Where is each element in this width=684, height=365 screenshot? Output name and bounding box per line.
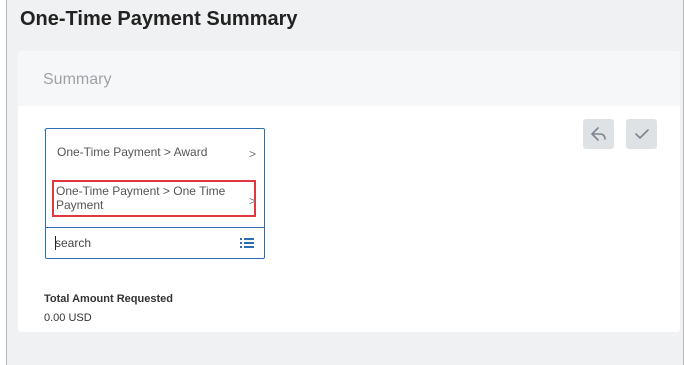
undo-arrow-icon: [590, 127, 606, 141]
dropdown-option-one-time-payment[interactable]: One-Time Payment > One Time Payment >: [46, 184, 264, 218]
text-caret: [55, 236, 56, 250]
checkmark-icon: [634, 129, 649, 139]
card-header: Summary: [18, 51, 680, 106]
total-amount-value: 0.00 USD: [44, 312, 92, 324]
dropdown-option-label: One-Time Payment > Award: [57, 145, 208, 159]
summary-card: Summary Effective Date One-Time Payment …: [18, 51, 680, 332]
dropdown-option-label: One-Time Payment > One Time Payment: [56, 184, 226, 212]
chevron-right-icon: >: [248, 194, 256, 208]
chevron-right-icon: >: [248, 147, 256, 161]
prompt-dropdown: One-Time Payment > Award > One-Time Paym…: [45, 128, 265, 259]
dropdown-option-award[interactable]: One-Time Payment > Award >: [46, 145, 264, 165]
card-title: Summary: [43, 71, 112, 88]
page-title: One-Time Payment Summary: [20, 8, 298, 30]
total-amount-label: Total Amount Requested: [44, 293, 173, 305]
page-frame: One-Time Payment Summary Summary Effecti…: [6, 0, 684, 365]
search-input[interactable]: [46, 228, 264, 258]
cancel-button[interactable]: [583, 119, 614, 149]
save-button[interactable]: [626, 119, 657, 149]
list-icon[interactable]: [240, 236, 254, 250]
